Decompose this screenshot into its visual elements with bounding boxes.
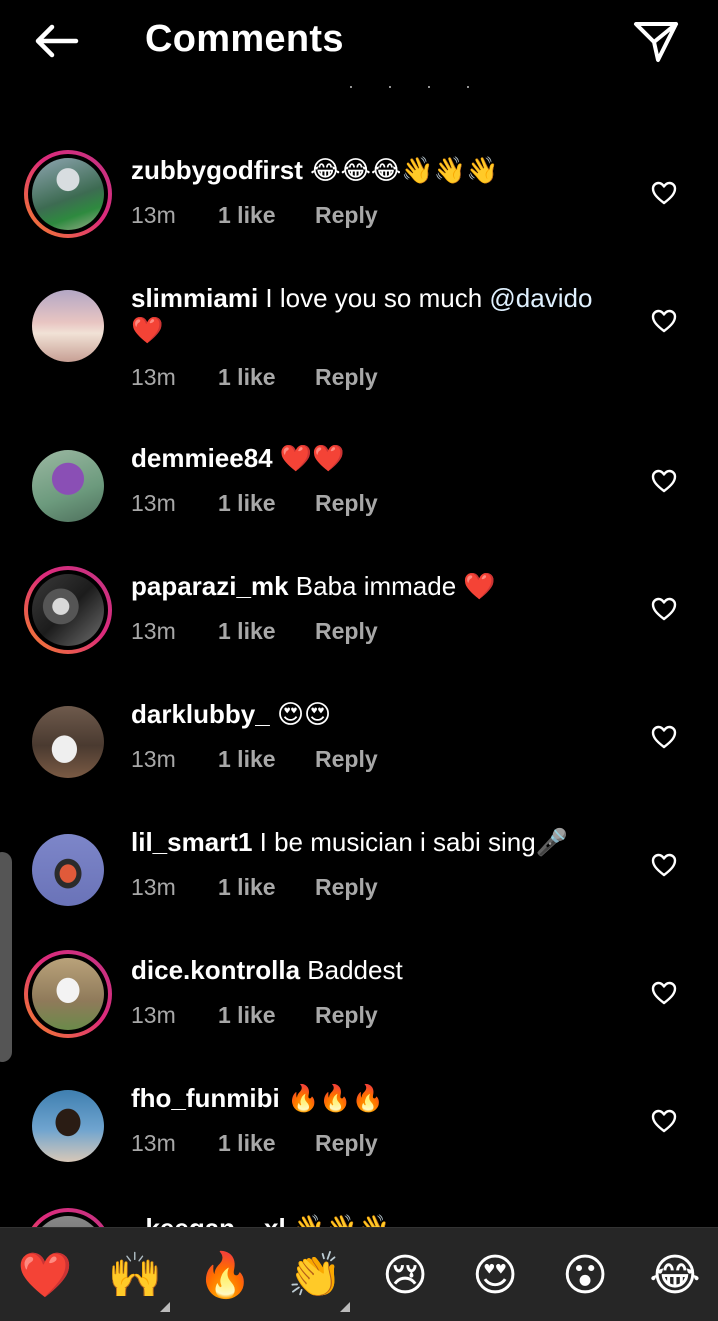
comment-time: 13m [131,202,176,228]
comment-time: 13m [131,618,176,644]
avatar-wrap[interactable] [24,826,112,914]
comment-time: 13m [131,364,176,390]
paper-plane-icon [634,22,678,62]
comment-time: 13m [131,874,176,900]
comment-mention[interactable]: @davido [489,283,592,313]
skin-tone-indicator-icon [340,1302,350,1312]
reply-button[interactable]: Reply [315,202,405,229]
previous-reply-fragment: · · · · [348,84,485,96]
comment-likes[interactable]: 1 like [218,746,308,773]
comment-likes[interactable]: 1 like [218,364,308,391]
avatar-story-ring[interactable] [24,1208,112,1227]
emoji-laughing-button[interactable]: 😂 [647,1248,703,1304]
comment-text: ❤️❤️ [279,443,345,473]
comment-username[interactable]: lil_smart1 [131,827,252,857]
comment-time: 13m [131,1130,176,1156]
emoji-crying-button[interactable]: 😢 [377,1248,433,1304]
skin-tone-indicator-icon [160,1302,170,1312]
reply-button[interactable]: Reply [315,1130,405,1157]
emoji-heart-button[interactable]: ❤️ [17,1248,73,1304]
avatar [32,706,104,778]
reply-button[interactable]: Reply [315,1002,405,1029]
comment-likes[interactable]: 1 like [218,618,308,645]
avatar-story-ring[interactable] [24,950,112,1038]
comment-likes[interactable]: 1 like [218,1130,308,1157]
comment-time: 13m [131,490,176,516]
heart-icon[interactable] [650,180,678,206]
emoji-clap-button[interactable]: 👏 [287,1248,343,1304]
comment-text: 😂😂😂👋👋👋 [310,155,499,185]
emoji-heart-eyes-button[interactable]: 😍 [467,1248,523,1304]
avatar-story-ring[interactable] [24,566,112,654]
back-arrow-icon [35,24,79,58]
comment-time: 13m [131,746,176,772]
emoji-surprised-button[interactable]: 😮 [557,1248,613,1304]
comment-username[interactable]: zubbygodfirst [131,155,303,185]
header-bar: Comments [0,0,718,84]
avatar [32,290,104,362]
side-edge-handle[interactable] [0,852,12,1062]
comment-text: 🔥🔥🔥 [287,1083,385,1113]
comment-username[interactable]: slimmiami [131,283,258,313]
page-title: Comments [145,18,344,60]
avatar [32,158,104,230]
comment-username[interactable]: dice.kontrolla [131,955,300,985]
avatar-story-ring[interactable] [24,150,112,238]
reply-button[interactable]: Reply [315,490,405,517]
comment-text: 😍😍 [276,699,332,729]
heart-icon[interactable] [650,852,678,878]
comment-likes[interactable]: 1 like [218,874,308,901]
avatar [32,834,104,906]
heart-icon[interactable] [650,308,678,334]
comment-username[interactable]: demmiee84 [131,443,273,473]
comment-time: 13m [131,1002,176,1028]
comment-text: I love you so much [265,283,490,313]
comment-likes[interactable]: 1 like [218,490,308,517]
comment-username[interactable]: darklubby_ [131,699,270,729]
comment-text: Baddest [307,955,403,985]
share-button[interactable] [630,16,682,66]
comment-username[interactable]: fho_funmibi [131,1083,280,1113]
emoji-raised-hands-button[interactable]: 🙌 [107,1248,163,1304]
avatar [32,574,104,646]
reply-button[interactable]: Reply [315,364,405,391]
heart-icon[interactable] [650,1108,678,1134]
avatar [32,958,104,1030]
comment-likes[interactable]: 1 like [218,1002,308,1029]
heart-icon[interactable] [650,980,678,1006]
reply-button[interactable]: Reply [315,618,405,645]
comments-list[interactable]: zubbygodfirst 😂😂😂👋👋👋 13m 1 like Reply sl… [0,104,718,1227]
avatar [32,450,104,522]
heart-icon[interactable] [650,596,678,622]
comment-text: Baba immade ❤️ [295,571,496,601]
avatar [32,1090,104,1162]
comment-username[interactable]: _keegan__xl [131,1213,286,1227]
comment-text-after: ❤️ [131,315,164,345]
reply-button[interactable]: Reply [315,746,405,773]
reply-button[interactable]: Reply [315,874,405,901]
comment-text: 👋👋👋 [293,1213,390,1227]
avatar-wrap[interactable] [24,282,112,370]
comment-username[interactable]: paparazi_mk [131,571,289,601]
emoji-fire-button[interactable]: 🔥 [197,1248,253,1304]
comment-likes[interactable]: 1 like [218,202,308,229]
emoji-quick-bar: ❤️ 🙌 🔥 👏 😢 😍 😮 😂 [0,1227,718,1321]
heart-icon[interactable] [650,724,678,750]
avatar-wrap[interactable] [24,442,112,530]
back-button[interactable] [30,18,82,64]
avatar-wrap[interactable] [24,698,112,786]
avatar-wrap[interactable] [24,1082,112,1170]
heart-icon[interactable] [650,468,678,494]
comment-text: I be musician i sabi sing🎤 [259,827,569,857]
